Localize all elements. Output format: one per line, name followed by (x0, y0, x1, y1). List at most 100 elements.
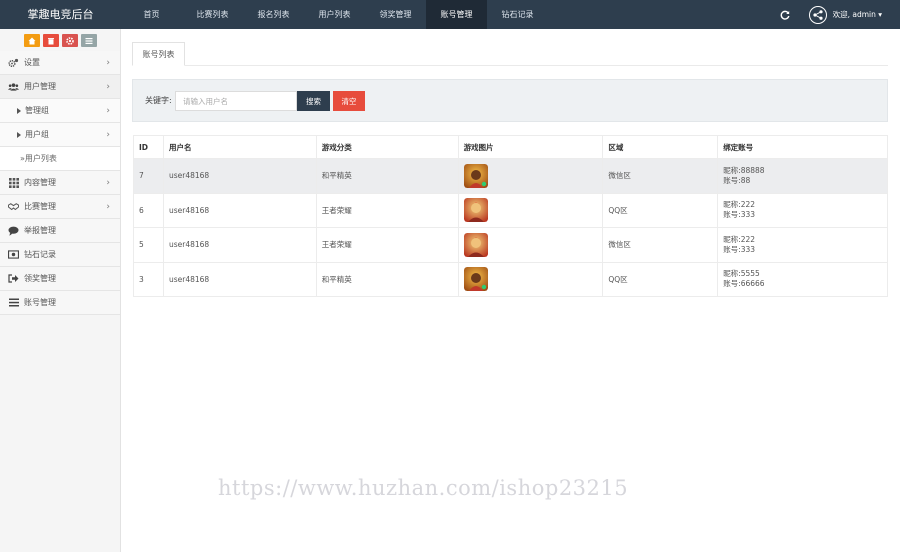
cell-username: user48168 (162, 192, 317, 228)
cell-category: 和平精英 (315, 158, 459, 194)
cell-nickname: 昵称:88888 (723, 165, 765, 175)
table-row[interactable]: 7 user48168 和平精英 微信区 昵称:88888 账号:88 (133, 158, 888, 194)
money-icon (8, 249, 19, 260)
game-thumbnail-image (463, 198, 488, 223)
sidebar-item-diamond-records[interactable]: 钻石记录 (0, 243, 120, 267)
sidebar-item-label: 钻石记录 (24, 249, 56, 259)
nav-diamond-records[interactable]: 钻石记录 (487, 0, 548, 29)
chevron-right-icon: › (106, 82, 110, 92)
cell-category: 和平精英 (315, 261, 459, 297)
user-menu[interactable]: 欢迎, admin ▾ (833, 9, 882, 20)
cell-account: 账号:66666 (723, 279, 765, 289)
shortcut-buttons (0, 29, 120, 51)
sidebar-item-settings[interactable]: 设置 › (0, 51, 120, 75)
header-bound-account: 绑定账号 (717, 135, 888, 159)
table-row[interactable]: 6 user48168 王者荣耀 QQ区 昵称:222 账号:333 (133, 192, 888, 228)
app-title[interactable]: 掌趣电竞后台 (0, 0, 121, 29)
table-row[interactable]: 3 user48168 和平精英 QQ区 昵称:5555 账号:66666 (133, 261, 888, 297)
chevron-right-icon: › (106, 58, 110, 68)
game-thumbnail-image (463, 163, 488, 188)
signout-icon (8, 273, 19, 284)
cell-region: QQ区 (602, 192, 719, 228)
cell-category: 王者荣耀 (315, 192, 459, 228)
top-nav: 首页 比赛列表 报名列表 用户列表 领奖管理 账号管理 钻石记录 (121, 0, 548, 29)
sidebar-item-user-management[interactable]: 用户管理 › (0, 75, 120, 99)
gears-icon (8, 57, 19, 68)
home-shortcut-icon[interactable] (23, 34, 40, 47)
nav-signup-list[interactable]: 报名列表 (243, 0, 304, 29)
cell-account: 账号:333 (723, 210, 756, 220)
cell-username: user48168 (162, 261, 317, 297)
users-icon (8, 81, 19, 92)
sidebar-item-label: 举报管理 (24, 225, 56, 235)
keyword-label: 关键字: (145, 96, 172, 105)
table-header-row: ID 用户名 游戏分类 游戏图片 区域 绑定账号 (133, 135, 888, 159)
top-right-area: 欢迎, admin ▾ (779, 0, 900, 29)
sidebar-item-label: 用户管理 (24, 81, 56, 91)
clear-button[interactable]: 清空 (333, 91, 365, 111)
header-game-image: 游戏图片 (457, 135, 604, 159)
sidebar-item-label: 账号管理 (24, 297, 56, 307)
nav-home[interactable]: 首页 (121, 0, 182, 29)
keyword-input[interactable] (175, 91, 297, 111)
header-region: 区域 (602, 135, 719, 159)
tab-strip: 账号列表 (132, 42, 888, 66)
cell-nickname: 昵称:5555 (723, 269, 760, 279)
watermark-text: https://www.huzhan.com/ishop23215 (218, 476, 629, 500)
cell-nickname: 昵称:222 (723, 234, 756, 244)
cell-category: 王者荣耀 (315, 227, 459, 263)
sidebar-item-prize-management[interactable]: 领奖管理 (0, 267, 120, 291)
trash-shortcut-icon[interactable] (42, 34, 59, 47)
nav-account-management[interactable]: 账号管理 (426, 0, 487, 29)
sidebar-item-label: »用户列表 (20, 153, 57, 163)
table-row[interactable]: 5 user48168 王者荣耀 微信区 昵称:222 账号:333 (133, 227, 888, 263)
avatar[interactable] (808, 5, 827, 24)
chevron-right-icon: › (106, 178, 110, 188)
account-table: ID 用户名 游戏分类 游戏图片 区域 绑定账号 7 user48168 和平精… (133, 135, 888, 297)
chevron-right-icon: › (106, 106, 110, 116)
sidebar-item-user-group[interactable]: 用户组 › (0, 123, 120, 147)
sidebar-item-user-list[interactable]: »用户列表 (0, 147, 120, 171)
sidebar-item-account-management[interactable]: 账号管理 (0, 291, 120, 315)
sidebar-item-admin-group[interactable]: 管理组 › (0, 99, 120, 123)
game-thumbnail-image (463, 232, 488, 257)
handshake-icon (8, 201, 19, 212)
nav-prize-management[interactable]: 领奖管理 (365, 0, 426, 29)
search-panel: 关键字: 搜索 清空 (132, 79, 888, 122)
sidebar-item-label: 设置 (24, 57, 40, 67)
search-button[interactable]: 搜索 (297, 91, 330, 111)
sidebar-item-report-management[interactable]: 举报管理 (0, 219, 120, 243)
comment-icon (8, 225, 19, 236)
cell-id: 3 (133, 261, 164, 297)
sidebar-item-match-management[interactable]: 比赛管理 › (0, 195, 120, 219)
caret-right-icon (16, 105, 22, 116)
cell-id: 5 (133, 227, 164, 263)
header-username: 用户名 (162, 135, 317, 159)
cell-nickname: 昵称:222 (723, 200, 756, 210)
sidebar-item-label: 用户组 (25, 129, 49, 139)
chevron-right-icon: › (106, 130, 110, 140)
top-navbar: 掌趣电竞后台 首页 比赛列表 报名列表 用户列表 领奖管理 账号管理 钻石记录 … (0, 0, 900, 29)
sidebar-item-label: 领奖管理 (24, 273, 56, 283)
sidebar-item-label: 管理组 (25, 105, 49, 115)
sidebar-item-label: 内容管理 (24, 177, 56, 187)
cell-region: 微信区 (602, 158, 719, 194)
cell-id: 7 (133, 158, 164, 194)
header-id: ID (133, 135, 164, 159)
refresh-icon[interactable] (779, 9, 791, 21)
nav-user-list[interactable]: 用户列表 (304, 0, 365, 29)
bars-icon (8, 297, 19, 308)
game-thumbnail-image (463, 267, 488, 292)
chevron-right-icon: › (106, 202, 110, 212)
list-shortcut-icon[interactable] (80, 34, 97, 47)
sidebar-item-content-management[interactable]: 内容管理 › (0, 171, 120, 195)
caret-right-icon (16, 129, 22, 140)
cell-username: user48168 (162, 227, 317, 263)
nav-match-list[interactable]: 比赛列表 (182, 0, 243, 29)
cell-account: 账号:333 (723, 244, 756, 254)
sidebar-item-label: 比赛管理 (24, 201, 56, 211)
settings-shortcut-icon[interactable] (61, 34, 78, 47)
cell-username: user48168 (162, 158, 317, 194)
cell-id: 6 (133, 192, 164, 228)
tab-account-list[interactable]: 账号列表 (132, 42, 185, 66)
